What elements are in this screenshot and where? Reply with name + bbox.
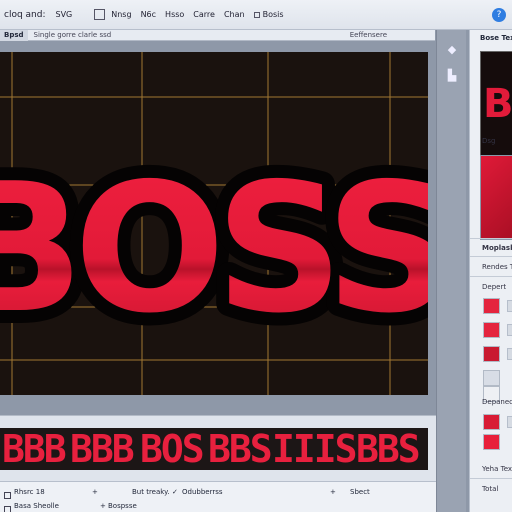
swatch-6[interactable]	[483, 434, 500, 450]
scroll-tick[interactable]	[507, 416, 512, 428]
menu-item-1[interactable]: N6c	[141, 10, 156, 19]
panel-title: Bose Textur	[480, 34, 512, 42]
square-icon[interactable]	[94, 9, 106, 20]
swatch-3[interactable]	[483, 370, 500, 386]
color-swatch-large[interactable]	[480, 155, 512, 240]
section-dependent: Depanecent	[482, 398, 512, 406]
panel-divider	[470, 276, 512, 277]
status-right: Sbect	[350, 487, 370, 496]
glyph-group-2[interactable]: BOS	[140, 428, 205, 470]
effects-tab[interactable]: Eeffensere	[350, 31, 387, 39]
section-moplask: Moplask	[482, 244, 512, 252]
status-mid-2: Bospsse	[108, 501, 137, 510]
section-depart: Depert	[482, 283, 507, 291]
status-mid: But treaky.	[132, 487, 170, 496]
status-name-2: Basa Sheolle	[14, 501, 59, 510]
menu-format[interactable]: SVG	[56, 10, 73, 19]
panel-divider	[470, 478, 512, 479]
swatch-1[interactable]	[483, 322, 500, 338]
status-marker: +	[92, 487, 98, 496]
canvas-artwork: BOSS BOSS	[0, 52, 428, 395]
scroll-tick[interactable]	[507, 324, 512, 336]
texture-panel: Bose Textur BOS Dsg Moplask Rendes Texhu…	[469, 30, 512, 512]
status-check[interactable]: ✓	[172, 488, 178, 496]
scroll-tick[interactable]	[507, 348, 512, 360]
glyph-group-4[interactable]: IIIS	[272, 428, 358, 470]
diamond-icon[interactable]: ◆	[445, 42, 459, 56]
section-total: Total	[482, 485, 499, 493]
status-mid2: Odubberrss	[182, 487, 223, 496]
swatch-2[interactable]	[483, 346, 500, 362]
menu-item-2[interactable]: Hsso	[165, 10, 184, 19]
section-rendes: Rendes Texhure	[482, 263, 512, 271]
document-tab-bar: Bpsd Single gorre clarle ssd Eeffensere	[0, 29, 435, 41]
menu-item-0[interactable]: Nnsg	[111, 10, 131, 19]
menu-bar: cloq and: SVG Nnsg N6c Hsso Carre Chan B…	[0, 0, 512, 30]
status-marker: +	[330, 487, 336, 496]
scroll-tick[interactable]	[507, 300, 512, 312]
font-preview-strip: BBB BBB BOS BBS IIIS BBS	[0, 415, 436, 481]
status-bar: Rhsrc 18 + But treaky. ✓ Odubberrss + Sb…	[0, 481, 436, 512]
menu-item-4[interactable]: Chan	[224, 10, 245, 19]
swatch-5[interactable]	[483, 414, 500, 430]
glyph-group-3[interactable]: BBS	[208, 428, 273, 470]
drag-label: Dsg	[482, 137, 496, 145]
status-name: Rhsrc 18	[14, 487, 45, 496]
menu-item-3[interactable]: Carre	[193, 10, 215, 19]
panel-divider	[470, 256, 512, 257]
tool-strip: ◆ ▙	[436, 30, 466, 512]
section-texhe: Yeha Texhe	[482, 465, 512, 473]
crop-icon[interactable]: ▙	[445, 68, 459, 82]
help-button[interactable]: ?	[492, 8, 506, 22]
menu-item-5[interactable]: Bosis	[263, 10, 284, 19]
document-tab[interactable]: Bpsd	[0, 29, 28, 41]
panel-divider	[470, 238, 512, 239]
design-canvas[interactable]: BOSS BOSS	[0, 52, 428, 395]
boss-text: BOSS	[0, 145, 428, 352]
small-square-icon[interactable]	[253, 11, 260, 18]
glyph-group-5[interactable]: BBS	[356, 428, 421, 470]
glyph-group-0[interactable]: BBB	[2, 428, 67, 470]
font-preview[interactable]: BBB BBB BOS BBS IIIS BBS	[0, 428, 428, 470]
swatch-0[interactable]	[483, 298, 500, 314]
document-caption: Single gorre clarle ssd	[33, 31, 112, 39]
glyph-group-1[interactable]: BBB	[70, 428, 135, 470]
app-title: cloq and:	[4, 9, 46, 20]
status-marker: +	[100, 501, 106, 510]
